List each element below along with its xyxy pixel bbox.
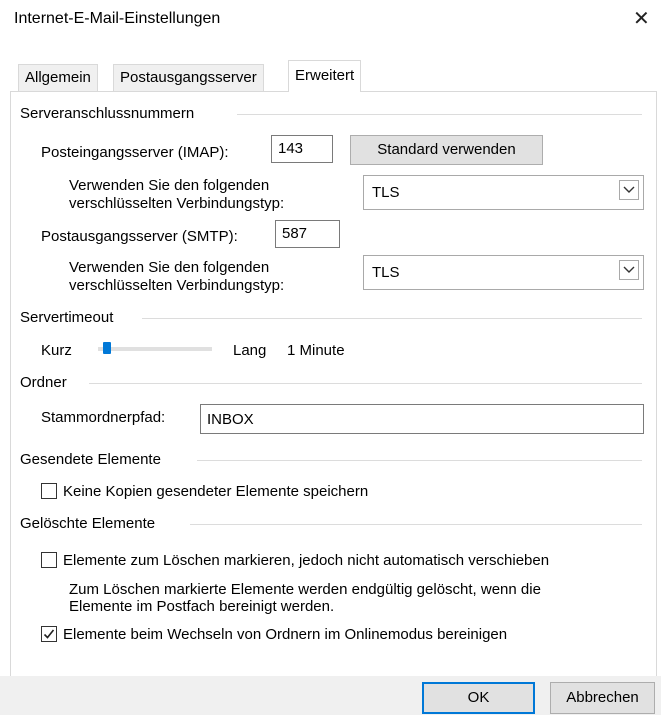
mark-for-deletion-label: Elemente zum Löschen markieren, jedoch n… — [63, 552, 550, 569]
mark-for-deletion-checkbox[interactable] — [41, 552, 57, 568]
smtp-port-label: Postausgangsserver (SMTP): — [41, 228, 238, 245]
tab-advanced[interactable]: Erweitert — [288, 60, 362, 92]
smtp-port-input[interactable]: 587 — [275, 220, 340, 248]
group-divider — [89, 383, 642, 384]
smtp-encryption-label-line2: verschlüsselten Verbindungstyp: — [69, 277, 285, 294]
no-copies-checkbox[interactable] — [41, 483, 57, 499]
group-divider — [197, 460, 642, 461]
imap-encryption-select[interactable]: TLS — [363, 175, 644, 210]
root-folder-input[interactable]: INBOX — [200, 404, 644, 434]
purge-on-switch-checkbox[interactable] — [41, 626, 57, 642]
imap-encryption-label-line2: verschlüsselten Verbindungstyp: — [69, 195, 285, 212]
group-divider — [237, 114, 642, 115]
imap-encryption-value: TLS — [372, 184, 400, 201]
imap-port-label: Posteingangsserver (IMAP): — [41, 144, 229, 161]
tab-outgoing-server[interactable]: Postausgangsserver — [113, 64, 264, 91]
group-server-timeout-label: Servertimeout — [20, 309, 114, 326]
use-default-button[interactable]: Standard verwenden — [350, 135, 543, 165]
chevron-down-icon[interactable] — [619, 180, 639, 200]
no-copies-label: Keine Kopien gesendeter Elemente speiche… — [63, 483, 369, 500]
group-folders-label: Ordner — [20, 374, 67, 391]
smtp-encryption-label-line1: Verwenden Sie den folgenden — [69, 259, 270, 276]
timeout-value-label: 1 Minute — [287, 342, 345, 359]
window-title: Internet-E-Mail-Einstellungen — [14, 10, 221, 27]
imap-port-input[interactable]: 143 — [271, 135, 333, 163]
ok-button[interactable]: OK — [422, 682, 535, 714]
smtp-encryption-select[interactable]: TLS — [363, 255, 644, 290]
imap-encryption-label-line1: Verwenden Sie den folgenden — [69, 177, 270, 194]
timeout-short-label: Kurz — [41, 342, 72, 359]
smtp-encryption-value: TLS — [372, 264, 400, 281]
checkmark-icon — [43, 629, 55, 639]
deletion-info-line1: Zum Löschen markierte Elemente werden en… — [69, 581, 541, 598]
tab-general[interactable]: Allgemein — [18, 64, 98, 91]
root-folder-label: Stammordnerpfad: — [41, 409, 166, 426]
timeout-slider-thumb[interactable] — [103, 342, 112, 354]
group-divider — [190, 524, 642, 525]
deletion-info-line2: Elemente im Postfach bereinigt werden. — [69, 598, 335, 615]
purge-on-switch-label: Elemente beim Wechseln von Ordnern im On… — [63, 626, 508, 643]
group-deleted-items-label: Gelöschte Elemente — [20, 515, 156, 532]
chevron-down-icon[interactable] — [619, 260, 639, 280]
timeout-slider-track[interactable] — [98, 347, 212, 351]
close-icon[interactable]: ✕ — [633, 6, 650, 31]
cancel-button[interactable]: Abbrechen — [550, 682, 655, 714]
timeout-long-label: Lang — [233, 342, 267, 359]
group-sent-items-label: Gesendete Elemente — [20, 451, 161, 468]
group-server-ports-label: Serveranschlussnummern — [20, 105, 195, 122]
group-divider — [142, 318, 642, 319]
